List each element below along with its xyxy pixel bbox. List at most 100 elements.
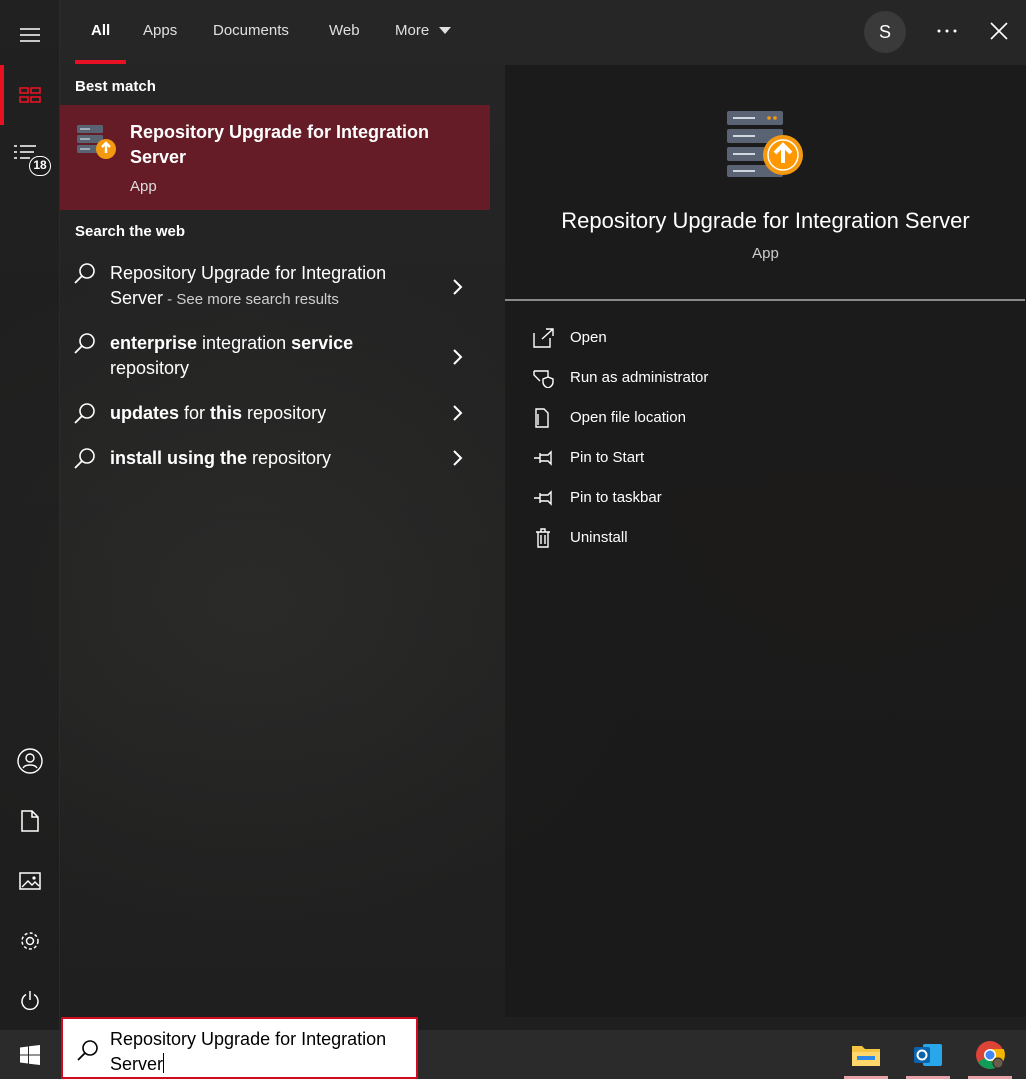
web-result-2-bold2: service [291,333,354,353]
web-result-1-line2: Server [110,288,164,308]
search-web-heading: Search the web [75,223,186,240]
settings-button[interactable] [0,916,60,966]
web-result-1-line1: Repository Upgrade for Integration [110,263,387,283]
image-icon [19,872,41,890]
search-icon [74,333,95,354]
app-detail-type: App [752,245,779,262]
chevron-right-icon [453,450,463,466]
open-action[interactable]: Open [533,323,993,353]
caret-down-icon [439,27,452,34]
web-result-3-plain2: repository [242,403,327,423]
outlook-icon [914,1043,942,1066]
tab-apps[interactable]: Apps [143,20,177,42]
chevron-right-icon [453,405,463,421]
best-match-type: App [130,178,157,195]
web-result-1-suffix: - See more search results [163,291,339,308]
tab-more-label: More [395,22,430,39]
pin-to-taskbar-action[interactable]: Pin to taskbar [533,483,993,513]
open-action-label: Open [570,329,607,346]
open-file-location-action[interactable]: Open file location [533,403,993,433]
server-upgrade-icon [77,125,116,159]
documents-button[interactable] [0,796,60,846]
user-icon [17,748,43,774]
search-icon [74,448,95,469]
web-result-1[interactable]: Repository Upgrade for Integration Serve… [60,260,490,315]
open-icon [533,328,554,348]
left-rail: 18 [0,0,60,1030]
chevron-right-icon [453,279,463,295]
search-icon [77,1040,98,1061]
active-tab-indicator [75,60,126,64]
web-result-4-text: install using the repository [110,446,440,471]
chrome-icon [976,1040,1005,1069]
app-detail-title: Repository Upgrade for Integration Serve… [561,208,970,233]
pin-icon [534,450,552,466]
ellipsis-icon [937,29,957,33]
run-as-admin-action[interactable]: Run as administrator [533,363,993,393]
document-icon [21,810,39,832]
search-icon [74,263,95,284]
web-result-2-bold1: enterprise [110,333,198,353]
web-result-2[interactable]: enterprise integration service repositor… [60,330,490,385]
tab-all[interactable]: All [91,20,110,42]
hamburger-icon [20,28,40,42]
pin-to-start-label: Pin to Start [570,449,645,466]
results-panel: Best match Repository Upgrade for Integr… [60,65,490,1030]
power-button[interactable] [0,976,60,1026]
web-result-4-bold1: install using the [110,448,248,468]
best-match-title: Repository Upgrade for Integration Serve… [130,122,430,167]
web-result-2-text: enterprise integration service repositor… [110,331,440,381]
web-result-3-bold2: this [210,403,243,423]
close-icon [990,22,1008,40]
web-result-3-bold1: updates [110,403,180,423]
pin-to-taskbar-label: Pin to taskbar [570,489,662,506]
home-tab-button[interactable] [0,65,60,125]
search-icon [74,403,95,424]
taskbar-outlook[interactable] [904,1030,952,1079]
best-match-heading: Best match [75,78,156,95]
text-cursor [163,1053,165,1073]
file-location-icon [535,408,549,428]
open-file-location-label: Open file location [570,409,686,426]
best-match-result[interactable]: Repository Upgrade for Integration Serve… [60,105,490,210]
web-result-2-plain1: integration [197,333,292,353]
trash-icon [536,528,550,548]
windows-logo-icon [20,1044,40,1065]
taskbar-chrome[interactable] [966,1030,1014,1079]
pictures-button[interactable] [0,856,60,906]
server-upgrade-icon [727,111,803,177]
tab-documents[interactable]: Documents [213,20,289,42]
taskbar-file-explorer[interactable] [842,1030,890,1079]
tab-more[interactable]: More [395,20,452,42]
pin-icon [534,490,552,506]
uninstall-action[interactable]: Uninstall [533,523,993,553]
user-avatar-button[interactable]: S [864,11,906,53]
web-result-3[interactable]: updates for this repository [60,400,490,430]
start-button[interactable] [0,1030,60,1079]
search-input[interactable]: Repository Upgrade for Integration Serve… [110,1027,410,1077]
search-box[interactable]: Repository Upgrade for Integration Serve… [61,1017,418,1079]
web-result-4[interactable]: install using the repository [60,445,490,475]
web-result-2-line2: repository [110,358,190,378]
account-button[interactable] [0,736,60,786]
web-result-3-text: updates for this repository [110,401,440,426]
notification-badge: 18 [29,156,51,176]
web-result-4-plain1: repository [247,448,332,468]
home-grid-icon [19,87,41,103]
gear-icon [21,932,39,950]
chevron-right-icon [453,349,463,365]
run-as-admin-label: Run as administrator [570,369,709,386]
power-icon [21,991,39,1011]
hamburger-menu-button[interactable] [0,10,60,60]
app-detail-panel: Repository Upgrade for Integration Serve… [505,65,1026,1017]
folder-icon [852,1045,880,1066]
close-button[interactable] [990,22,1008,45]
uninstall-label: Uninstall [570,529,628,546]
more-options-button[interactable] [936,20,958,47]
web-result-3-plain1: for [179,403,211,423]
tab-web[interactable]: Web [329,20,360,42]
pin-to-start-action[interactable]: Pin to Start [533,443,993,473]
shield-icon [533,370,554,388]
detail-divider [505,299,1025,301]
web-result-1-text: Repository Upgrade for Integration Serve… [110,261,440,312]
